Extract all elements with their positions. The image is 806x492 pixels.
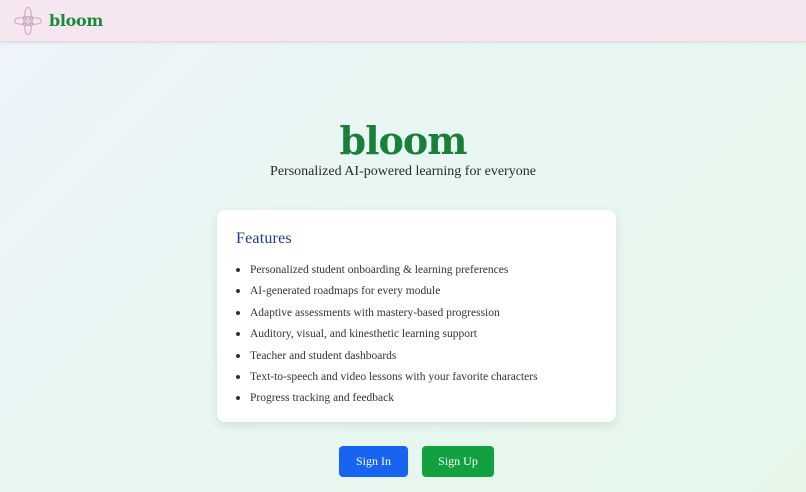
top-navbar: bloom [0, 0, 806, 42]
sign-in-button[interactable]: Sign In [339, 446, 408, 477]
feature-item: Auditory, visual, and kinesthetic learni… [236, 326, 597, 347]
features-heading: Features [236, 230, 292, 247]
feature-item: Teacher and student dashboards [236, 348, 597, 369]
features-list: Personalized student onboarding & learni… [236, 262, 597, 412]
sign-up-button[interactable]: Sign Up [422, 446, 494, 477]
feature-item: Progress tracking and feedback [236, 390, 597, 411]
nav-brand-name[interactable]: bloom [49, 11, 103, 30]
features-card: Features Personalized student onboarding… [217, 210, 616, 422]
flower-icon[interactable] [13, 6, 43, 36]
feature-item: Adaptive assessments with mastery-based … [236, 305, 597, 326]
feature-item: Personalized student onboarding & learni… [236, 262, 597, 283]
hero-subtitle: Personalized AI-powered learning for eve… [270, 164, 536, 179]
hero-title: bloom [339, 118, 468, 163]
feature-item: AI-generated roadmaps for every module [236, 283, 597, 304]
feature-item: Text-to-speech and video lessons with yo… [236, 369, 597, 390]
